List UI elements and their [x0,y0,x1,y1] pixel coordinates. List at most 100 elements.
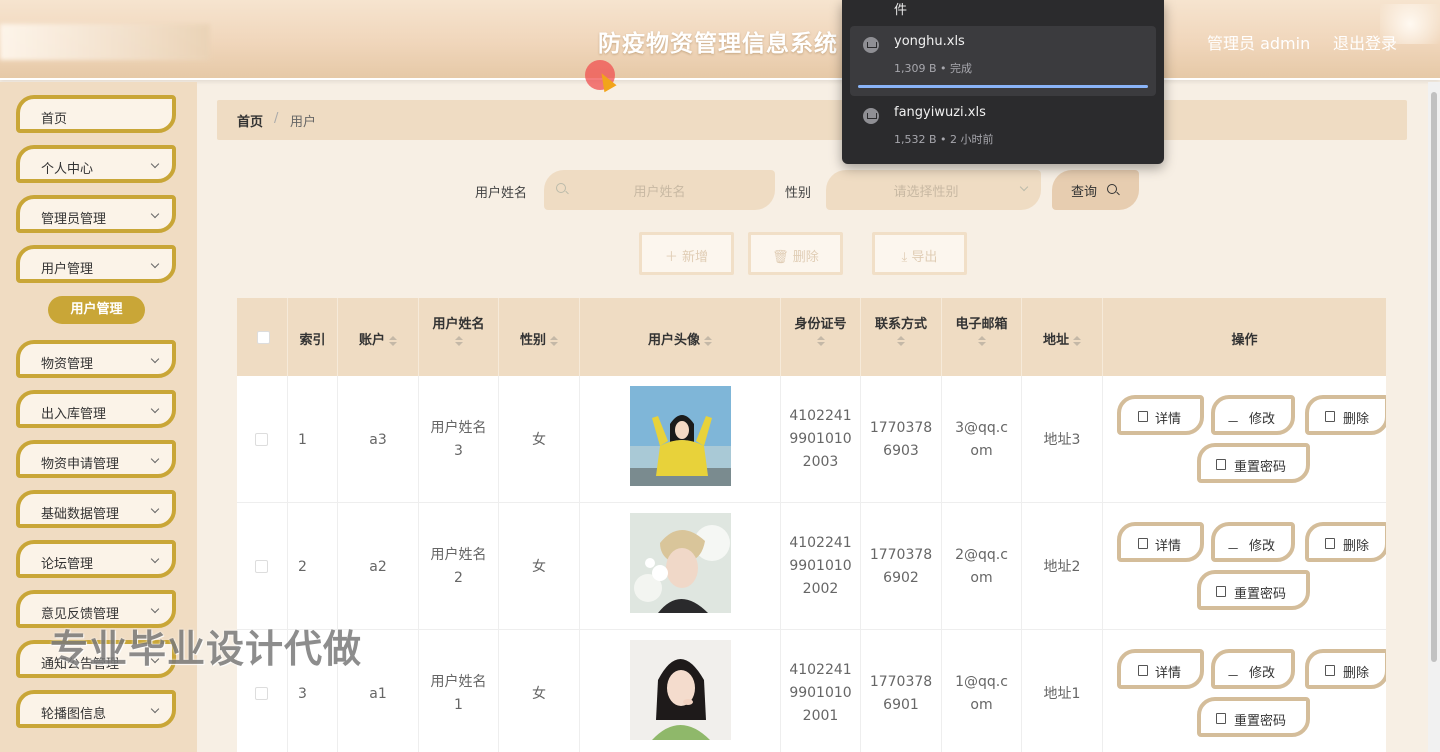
delete-button[interactable]: 删除 [1305,649,1386,689]
cell-value: 用户姓名 [430,674,487,690]
email-cell: 2@qq.c om [942,503,1022,630]
button-label: 修改 [1249,666,1276,681]
scrollbar-thumb[interactable] [1431,92,1437,662]
breadcrumb-home[interactable]: 首页 [237,111,263,130]
cell-value: 9901010 [789,558,852,574]
reset-password-button[interactable]: 重置密码 [1197,697,1310,737]
row-checkbox[interactable] [255,433,268,446]
name-search-label: 用户姓名 [475,186,528,201]
batch-delete-button[interactable]: 🗑 删除 [748,232,843,275]
sidebar-item-label: 管理员管理 [41,212,107,227]
breadcrumb: 首页 / 用户 [217,100,1407,140]
phone-cell: 1770378 6902 [861,503,942,630]
search-placeholder: 用户姓名 [633,185,686,200]
cell-value: 地址2 [1043,559,1081,575]
name-search-input[interactable]: 用户姓名 [544,170,775,210]
pencil-icon [1227,665,1245,676]
cell-value: 9901010 [789,431,852,447]
button-label: 删除 [1343,666,1370,681]
breadcrumb-separator: / [274,111,279,126]
user-avatar-image[interactable] [630,513,731,613]
table-row: 3 a1 用户姓名 1 女 4102241 9901010 2001 1770378 6… [237,630,1386,752]
query-button-label: 查询 [1071,185,1098,200]
header-email[interactable]: 电子邮箱 [942,298,1022,376]
row-checkbox[interactable] [255,560,268,573]
sidebar-item-carousel[interactable]: 轮播图信息 [16,690,176,728]
edit-button[interactable]: 修改 [1211,522,1295,562]
button-label: 重置密码 [1234,587,1287,602]
cell-value: 用户姓名 [430,420,487,436]
delete-button[interactable]: 删除 [1305,522,1386,562]
logout-link[interactable]: 退出登录 [1333,30,1397,54]
button-label: 删除 [1343,539,1370,554]
query-button[interactable]: 查询 [1052,170,1139,210]
sidebar-item-label: 论坛管理 [41,557,94,572]
search-icon [1107,184,1117,194]
add-button[interactable]: ＋ 新增 [639,232,734,275]
header-phone[interactable]: 联系方式 [861,298,942,376]
header-account[interactable]: 账户 [338,298,419,376]
sidebar-subitem-users[interactable]: 用户管理 [48,296,145,324]
header-address[interactable]: 地址 [1022,298,1103,376]
page-scrollbar[interactable] [1428,82,1440,752]
sidebar-item-requests[interactable]: 物资申请管理 [16,440,176,478]
sidebar-item-profile[interactable]: 个人中心 [16,145,176,183]
reset-password-button[interactable]: 重置密码 [1197,570,1310,610]
row-checkbox[interactable] [255,687,268,700]
email-cell: 3@qq.c om [942,376,1022,503]
sidebar-item-label: 轮播图信息 [41,707,107,722]
user-avatar-image[interactable] [630,386,731,486]
button-label: 详情 [1155,412,1182,427]
sort-icon [977,336,986,346]
top-header: 防疫物资管理信息系统 管理员 admin 退出登录 [0,0,1440,80]
sidebar-item-basedata[interactable]: 基础数据管理 [16,490,176,528]
index-cell: 2 [288,503,338,630]
sort-icon [1073,335,1081,346]
download-item[interactable]: fangyiwuzi.xls 1,532 B • 2 小时前 [850,97,1156,167]
pencil-icon [1227,538,1245,549]
watermark-text: 专业毕业设计代做 [50,627,363,671]
header-name[interactable]: 用户姓名 [419,298,499,376]
reset-password-button[interactable]: 重置密码 [1197,443,1310,483]
cell-value: 4102241 [789,535,852,551]
edit-button[interactable]: 修改 [1211,649,1295,689]
sidebar-item-label: 基础数据管理 [41,507,120,522]
cell-value: a2 [369,559,387,575]
button-label: 删除 [1343,412,1370,427]
sidebar-item-users[interactable]: 用户管理 [16,245,176,283]
add-button-label: ＋ 新增 [664,250,709,265]
user-avatar-image[interactable] [630,640,731,740]
gender-cell: 女 [499,503,580,630]
document-icon [1138,665,1148,676]
row-select-cell [237,503,288,630]
cell-value: 用户姓名 [430,547,487,563]
cell-value: 6901 [883,697,919,713]
sidebar-item-forum[interactable]: 论坛管理 [16,540,176,578]
header-idcard[interactable]: 身份证号 [781,298,861,376]
export-button-label: ⤓ 导出 [901,250,938,265]
document-icon [1216,586,1226,597]
export-button[interactable]: ⤓ 导出 [872,232,967,275]
edit-button[interactable]: 修改 [1211,395,1295,435]
detail-button[interactable]: 详情 [1117,395,1204,435]
delete-button[interactable]: 删除 [1305,395,1386,435]
file-icon [863,108,879,124]
detail-button[interactable]: 详情 [1117,649,1204,689]
current-user: 管理员 admin [1207,34,1311,53]
select-all-checkbox[interactable] [257,331,270,344]
sidebar-item-admin[interactable]: 管理员管理 [16,195,176,233]
header-gender[interactable]: 性别 [499,298,580,376]
trash-icon [1325,538,1335,549]
download-status: 1,532 B • 2 小时前 [894,133,994,146]
cell-value: 6902 [883,570,919,586]
sidebar-item-home[interactable]: 首页 [16,95,176,133]
sidebar-item-label: 首页 [41,112,68,127]
download-progress-bar [858,85,1148,88]
sidebar-item-supplies[interactable]: 物资管理 [16,340,176,378]
download-item[interactable]: yonghu.xls 1,309 B • 完成 [850,26,1156,96]
header-avatar[interactable]: 用户头像 [580,298,781,376]
breadcrumb-current: 用户 [290,115,317,130]
gender-select[interactable]: 请选择性别 [826,170,1041,210]
sidebar-item-inout[interactable]: 出入库管理 [16,390,176,428]
detail-button[interactable]: 详情 [1117,522,1204,562]
